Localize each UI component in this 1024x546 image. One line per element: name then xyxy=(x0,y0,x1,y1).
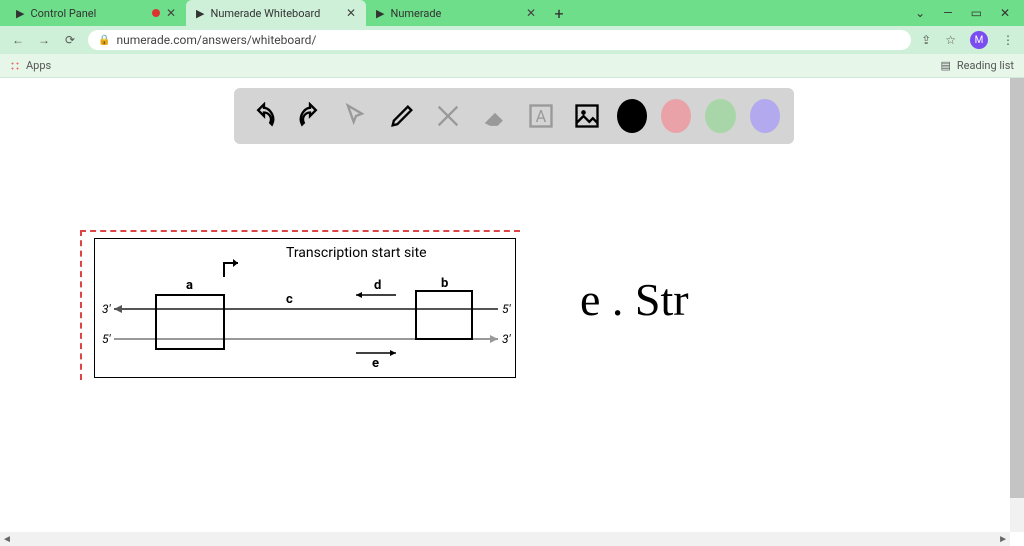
kebab-menu-icon[interactable]: ⋮ xyxy=(1002,33,1014,47)
eraser-icon xyxy=(481,102,509,130)
window-maximize-icon[interactable]: ▭ xyxy=(971,6,982,20)
bookmarks-bar: Apps ▤ Reading list xyxy=(0,54,1024,78)
share-icon[interactable]: ⇪ xyxy=(921,33,931,47)
label-a: a xyxy=(186,278,193,293)
pointer-icon xyxy=(342,102,370,130)
tab-title: Numerade xyxy=(390,7,519,20)
vertical-scrollbar[interactable] xyxy=(1010,78,1024,532)
undo-button[interactable] xyxy=(248,98,280,134)
redo-button[interactable] xyxy=(294,98,326,134)
close-tab-icon[interactable]: ✕ xyxy=(166,6,176,20)
diagram-box: Transcription start site 3′ 5′ 5′ 3′ a xyxy=(94,238,516,378)
address-bar[interactable]: 🔒 numerade.com/answers/whiteboard/ xyxy=(88,30,911,50)
reading-list-icon: ▤ xyxy=(941,59,951,72)
image-icon xyxy=(573,102,601,130)
whiteboard-toolbar: A xyxy=(234,88,794,144)
color-black[interactable] xyxy=(617,99,647,133)
end-5prime-right: 5′ xyxy=(502,302,512,316)
textbox-tool[interactable]: A xyxy=(525,98,557,134)
close-tab-icon[interactable]: ✕ xyxy=(526,6,536,20)
tab-numerade-whiteboard[interactable]: ▶ Numerade Whiteboard ✕ xyxy=(186,0,366,26)
back-button[interactable]: ← xyxy=(10,33,26,47)
url-text: numerade.com/answers/whiteboard/ xyxy=(116,33,316,47)
diagram-title: Transcription start site xyxy=(286,245,427,261)
pointer-tool[interactable] xyxy=(340,98,372,134)
image-tool[interactable] xyxy=(571,98,603,134)
tab-title: Numerade Whiteboard xyxy=(210,7,339,20)
label-e: e xyxy=(372,356,379,371)
end-3prime-right: 3′ xyxy=(502,332,512,346)
pencil-icon xyxy=(388,102,416,130)
apps-label: Apps xyxy=(26,59,51,72)
crossed-tools-icon xyxy=(434,102,462,130)
play-icon: ▶ xyxy=(376,7,384,20)
close-tab-icon[interactable]: ✕ xyxy=(346,6,356,20)
star-icon[interactable]: ☆ xyxy=(945,33,956,47)
tools-button[interactable] xyxy=(432,98,464,134)
label-c: c xyxy=(286,292,293,307)
apps-grid-icon xyxy=(10,61,20,71)
redo-icon xyxy=(296,102,324,130)
tab-title: Control Panel xyxy=(30,7,145,20)
eraser-tool[interactable] xyxy=(478,98,510,134)
play-icon: ▶ xyxy=(16,7,24,20)
horizontal-scrollbar[interactable]: ◄► xyxy=(0,532,1010,546)
end-5prime-left: 5′ xyxy=(102,332,112,346)
handwritten-note: e . Str xyxy=(580,273,689,326)
new-tab-button[interactable]: + xyxy=(546,0,572,26)
reading-list-label: Reading list xyxy=(957,59,1014,72)
browser-tabstrip: ▶ Control Panel ✕ ▶ Numerade Whiteboard … xyxy=(0,0,1024,26)
window-controls: ⌄ — ▭ ✕ xyxy=(915,0,1024,26)
svg-text:A: A xyxy=(535,107,546,126)
undo-icon xyxy=(250,102,278,130)
tab-numerade[interactable]: ▶ Numerade ✕ xyxy=(366,0,546,26)
end-3prime-left: 3′ xyxy=(102,302,112,316)
forward-button[interactable]: → xyxy=(36,33,52,47)
browser-omnibar: ← → ⟳ 🔒 numerade.com/answers/whiteboard/… xyxy=(0,26,1024,54)
window-close-icon[interactable]: ✕ xyxy=(1000,6,1010,20)
apps-button[interactable]: Apps xyxy=(10,59,51,72)
window-minimize-icon[interactable]: — xyxy=(943,6,952,20)
color-pink[interactable] xyxy=(661,99,691,133)
play-icon: ▶ xyxy=(196,7,204,20)
page-content: A Transcription start site 3′ 5′ xyxy=(0,78,1024,546)
label-d: d xyxy=(374,278,381,293)
label-b: b xyxy=(441,276,448,291)
reading-list-button[interactable]: ▤ Reading list xyxy=(941,59,1015,72)
record-icon xyxy=(152,9,160,17)
color-purple[interactable] xyxy=(750,99,780,133)
transcription-diagram: Transcription start site 3′ 5′ 5′ 3′ a xyxy=(95,239,517,379)
profile-avatar[interactable]: M xyxy=(970,31,988,49)
pencil-tool[interactable] xyxy=(386,98,418,134)
tab-control-panel[interactable]: ▶ Control Panel ✕ xyxy=(6,0,186,26)
text-icon: A xyxy=(527,102,555,130)
reload-button[interactable]: ⟳ xyxy=(62,33,78,47)
diagram-container: Transcription start site 3′ 5′ 5′ 3′ a xyxy=(80,230,520,390)
window-dropdown-icon[interactable]: ⌄ xyxy=(915,6,925,20)
color-green[interactable] xyxy=(705,99,735,133)
lock-icon: 🔒 xyxy=(98,35,110,46)
